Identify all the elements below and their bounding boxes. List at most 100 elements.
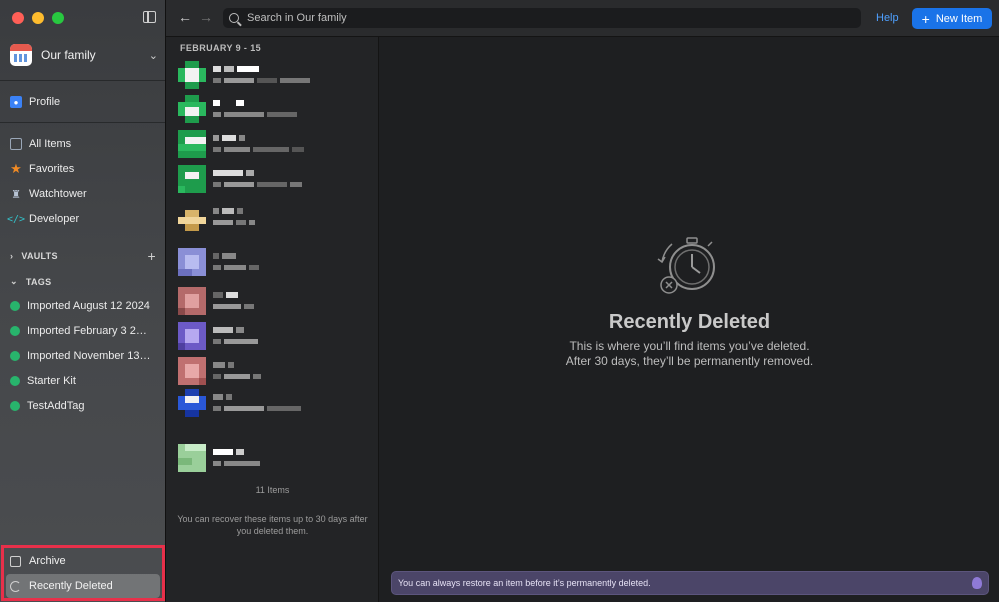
- minimize-window-button[interactable]: [32, 12, 44, 24]
- lightbulb-icon[interactable]: [972, 577, 982, 589]
- code-icon: </>: [6, 213, 26, 225]
- sidebar-toggle-icon[interactable]: [143, 11, 156, 23]
- list-item[interactable]: [178, 165, 373, 195]
- item-subtitle-redacted: [213, 220, 258, 225]
- tag-icon: [10, 301, 20, 311]
- chevron-down-icon: ⌄: [148, 49, 158, 62]
- list-item[interactable]: [178, 130, 373, 160]
- item-title-redacted: [213, 362, 237, 368]
- item-thumbnail: [178, 248, 206, 276]
- list-item[interactable]: [178, 95, 373, 125]
- item-title-redacted: [213, 394, 235, 400]
- list-item[interactable]: [178, 203, 373, 233]
- item-subtitle-redacted: [213, 265, 262, 270]
- chevron-right-icon: ›: [10, 251, 14, 261]
- item-thumbnail: [178, 210, 206, 231]
- help-link[interactable]: Help: [876, 12, 899, 24]
- sidebar-item-tag[interactable]: TestAddTag: [8, 395, 160, 417]
- sidebar-item-developer[interactable]: </> Developer: [6, 208, 160, 230]
- list-item[interactable]: [178, 322, 373, 352]
- item-title-redacted: [213, 100, 247, 106]
- close-window-button[interactable]: [12, 12, 24, 24]
- item-title-redacted: [213, 327, 247, 333]
- empty-state-description: This is where you’ll find items you’ve d…: [380, 339, 999, 369]
- toolbar: ← → Help + New Item: [166, 0, 999, 37]
- description-line: This is where you’ll find items you’ve d…: [569, 339, 810, 353]
- list-item[interactable]: [178, 357, 373, 387]
- recover-note: You can recover these items up to 30 day…: [177, 514, 368, 536]
- list-item[interactable]: [178, 444, 373, 474]
- item-subtitle-redacted: [213, 182, 305, 187]
- item-thumbnail: [178, 389, 206, 417]
- detail-pane: Recently Deleted This is where you’ll fi…: [380, 37, 999, 602]
- item-subtitle-redacted: [213, 461, 263, 466]
- sidebar-item-label: Developer: [29, 213, 80, 225]
- item-title-redacted: [213, 449, 247, 455]
- item-subtitle-redacted: [213, 112, 300, 117]
- sidebar-item-archive[interactable]: Archive: [6, 549, 160, 573]
- item-thumbnail: [178, 95, 206, 123]
- list-item[interactable]: [178, 287, 373, 317]
- sidebar-item-tag[interactable]: Imported November 13 2023: [8, 345, 160, 367]
- sidebar: Our family ⌄ ● Profile All Items ★ Favor…: [0, 0, 166, 602]
- new-item-button[interactable]: + New Item: [912, 8, 992, 29]
- list-item[interactable]: [178, 61, 373, 91]
- list-item[interactable]: [178, 389, 373, 419]
- back-arrow-icon[interactable]: ←: [178, 9, 192, 25]
- item-thumbnail: [178, 322, 206, 350]
- forward-arrow-icon[interactable]: →: [199, 9, 213, 25]
- item-thumbnail: [178, 61, 206, 89]
- vaults-section-header[interactable]: › VAULTS +: [10, 248, 156, 264]
- item-thumbnail: [178, 444, 206, 472]
- sidebar-item-label: Imported November 13 2023: [27, 350, 152, 362]
- chevron-down-icon: ⌄: [10, 276, 18, 286]
- all-items-icon: [10, 138, 22, 150]
- item-thumbnail: [178, 287, 206, 315]
- item-title-redacted: [213, 253, 239, 259]
- sidebar-item-label: Profile: [29, 96, 61, 108]
- sidebar-item-favorites[interactable]: ★ Favorites: [8, 158, 160, 180]
- item-list: FEBRUARY 9 - 15 11 Items You can recover…: [166, 37, 379, 602]
- tags-section-header[interactable]: ⌄ TAGS: [10, 276, 156, 287]
- sidebar-item-watchtower[interactable]: ♜ Watchtower: [8, 183, 160, 205]
- divider: [0, 80, 165, 81]
- item-title-redacted: [213, 208, 246, 214]
- description-line: After 30 days, they’ll be permanently re…: [565, 354, 814, 368]
- item-title-redacted: [213, 135, 248, 141]
- sidebar-item-label: Starter Kit: [27, 375, 76, 387]
- sidebar-item-label: Favorites: [29, 163, 75, 175]
- sidebar-item-tag[interactable]: Starter Kit: [8, 370, 160, 392]
- tag-icon: [10, 376, 20, 386]
- sidebar-item-label: Imported February 3 2024: [27, 325, 152, 337]
- sidebar-item-recently-deleted[interactable]: Recently Deleted: [6, 574, 160, 598]
- sidebar-item-label: Recently Deleted: [29, 580, 113, 592]
- section-label: TAGS: [25, 276, 52, 287]
- search-bar[interactable]: [223, 8, 861, 28]
- item-subtitle-redacted: [213, 406, 304, 411]
- add-vault-button[interactable]: +: [148, 248, 156, 264]
- sidebar-item-tag[interactable]: Imported February 3 2024: [8, 320, 160, 342]
- stopwatch-deleted-icon: [657, 237, 715, 294]
- new-item-label: New Item: [935, 12, 983, 25]
- item-title-redacted: [213, 292, 241, 298]
- item-subtitle-redacted: [213, 304, 257, 309]
- sidebar-item-tag[interactable]: Imported August 12 2024: [8, 295, 160, 317]
- zoom-window-button[interactable]: [52, 12, 64, 24]
- sidebar-item-label: All Items: [29, 138, 72, 150]
- star-icon: ★: [10, 161, 22, 176]
- profile-icon: ●: [10, 96, 22, 108]
- sidebar-item-all-items[interactable]: All Items: [8, 133, 160, 155]
- restore-tip-banner: You can always restore an item before it…: [391, 571, 989, 595]
- search-input[interactable]: [247, 12, 827, 24]
- sidebar-item-profile[interactable]: ● Profile: [8, 91, 160, 113]
- recently-deleted-icon: [10, 580, 21, 592]
- list-item[interactable]: [178, 248, 373, 278]
- banner-text: You can always restore an item before it…: [398, 578, 651, 588]
- item-title-redacted: [213, 66, 262, 72]
- calendar-icon: [10, 44, 32, 66]
- sidebar-item-label: Imported August 12 2024: [27, 300, 150, 312]
- plus-icon: +: [921, 10, 930, 27]
- account-switcher[interactable]: Our family ⌄: [10, 43, 158, 67]
- watchtower-icon: ♜: [11, 188, 21, 201]
- item-subtitle-redacted: [213, 374, 264, 379]
